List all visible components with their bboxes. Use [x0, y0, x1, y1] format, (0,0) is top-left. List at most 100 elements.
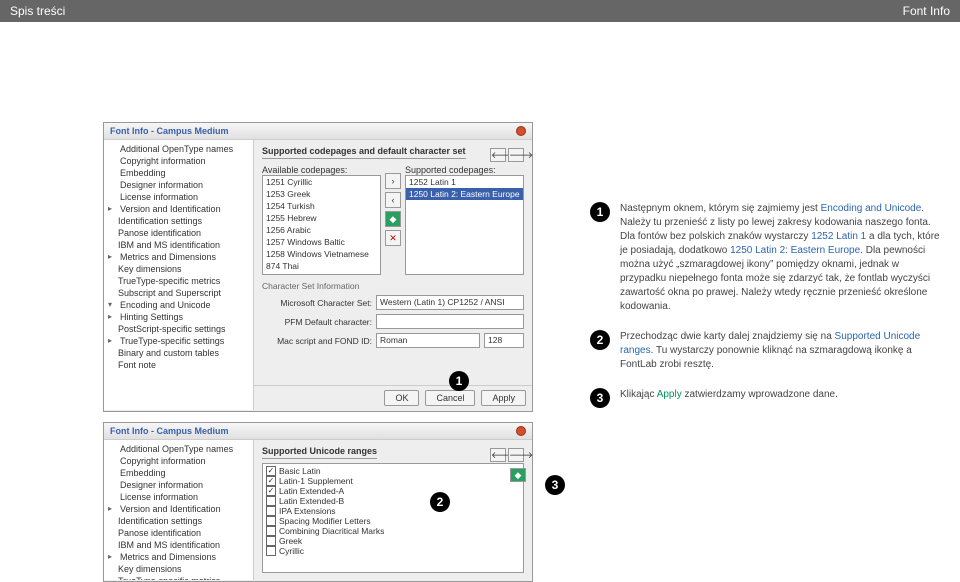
list-item[interactable]: 1255 Hebrew [263, 212, 380, 224]
tree-item[interactable]: Subscript and Superscript [106, 287, 251, 299]
ms-charset-select[interactable]: Western (Latin 1) CP1252 / ANSI [376, 295, 524, 310]
font-info-dialog-2: Font Info - Campus Medium Additional Ope… [103, 422, 533, 582]
tree-item[interactable]: Copyright information [106, 455, 251, 467]
codepages-panel: Supported codepages and default characte… [254, 140, 532, 410]
list-item[interactable]: 1253 Greek [263, 188, 380, 200]
list-item-label: IPA Extensions [279, 506, 336, 516]
remove-button[interactable]: ‹ [385, 192, 401, 208]
tree-item[interactable]: Hinting Settings [106, 311, 251, 323]
list-item[interactable]: 932 JIS/Japan [263, 272, 380, 275]
checkbox[interactable] [266, 486, 276, 496]
auto-detect-button[interactable]: ◆ [510, 468, 526, 482]
tree-item[interactable]: Panose identification [106, 227, 251, 239]
ms-charset-label: Microsoft Character Set: [262, 298, 372, 308]
tree-item[interactable]: Metrics and Dimensions [106, 551, 251, 563]
list-item[interactable]: 1257 Windows Baltic [263, 236, 380, 248]
tree-item[interactable]: PostScript-specific settings [106, 323, 251, 335]
font-info-dialog-1: Font Info - Campus Medium Additional Ope… [103, 122, 533, 412]
list-item[interactable]: IPA Extensions [265, 506, 521, 516]
tree-item[interactable]: License information [106, 491, 251, 503]
pfm-input[interactable] [376, 314, 524, 329]
tree-item[interactable]: Version and Identification [106, 203, 251, 215]
callout-num-2: 2 [590, 330, 610, 350]
tree-item[interactable]: TrueType-specific settings [106, 335, 251, 347]
next-panel-button[interactable]: 🡒 [508, 448, 524, 462]
checkbox[interactable] [266, 466, 276, 476]
tree-item[interactable]: Identification settings [106, 215, 251, 227]
tree-item[interactable]: Font note [106, 359, 251, 371]
checkbox[interactable] [266, 536, 276, 546]
tree-item[interactable]: TrueType-specific metrics [106, 575, 251, 580]
close-icon[interactable] [516, 126, 526, 136]
tree-item[interactable]: Designer information [106, 479, 251, 491]
tree-item[interactable]: Panose identification [106, 527, 251, 539]
unicode-panel: Supported Unicode ranges 🡐 🡒 ◆ Basic Lat… [254, 440, 532, 580]
ok-button[interactable]: OK [384, 390, 419, 406]
tree-item[interactable]: Copyright information [106, 155, 251, 167]
list-item[interactable]: Latin Extended-A [265, 486, 521, 496]
list-item[interactable]: Latin Extended-B [265, 496, 521, 506]
available-label: Available codepages: [262, 165, 381, 175]
clear-button[interactable]: ✕ [385, 230, 401, 246]
tree-item[interactable]: Binary and custom tables [106, 347, 251, 359]
tree-item[interactable]: Metrics and Dimensions [106, 251, 251, 263]
prev-panel-button[interactable]: 🡐 [490, 448, 506, 462]
available-codepages-list[interactable]: 1251 Cyrillic1253 Greek1254 Turkish1255 … [262, 175, 381, 275]
list-item[interactable]: Basic Latin [265, 466, 521, 476]
checkbox[interactable] [266, 506, 276, 516]
list-item[interactable]: Greek [265, 536, 521, 546]
list-item[interactable]: 1251 Cyrillic [263, 176, 380, 188]
unicode-ranges-list[interactable]: Basic LatinLatin-1 SupplementLatin Exten… [262, 463, 524, 573]
prev-panel-button[interactable]: 🡐 [490, 148, 506, 162]
tree-item[interactable]: Designer information [106, 179, 251, 191]
next-panel-button[interactable]: 🡒 [508, 148, 524, 162]
checkbox[interactable] [266, 496, 276, 506]
callout-marker-1: 1 [449, 371, 469, 391]
tree-item[interactable]: Encoding and Unicode [106, 299, 251, 311]
apply-button[interactable]: Apply [481, 390, 526, 406]
tree-item[interactable]: Additional OpenType names [106, 143, 251, 155]
nav-tree[interactable]: Additional OpenType namesCopyright infor… [104, 440, 254, 580]
tree-item[interactable]: License information [106, 191, 251, 203]
list-item[interactable]: 1256 Arabic [263, 224, 380, 236]
tree-item[interactable]: Additional OpenType names [106, 443, 251, 455]
list-item-label: Latin-1 Supplement [279, 476, 353, 486]
list-item[interactable]: Combining Diacritical Marks [265, 526, 521, 536]
tree-item[interactable]: Key dimensions [106, 563, 251, 575]
list-item[interactable]: 874 Thai [263, 260, 380, 272]
callout-num-1: 1 [590, 202, 610, 222]
mac-script-select[interactable]: Roman [376, 333, 480, 348]
list-item[interactable]: 1254 Turkish [263, 200, 380, 212]
tree-item[interactable]: Embedding [106, 167, 251, 179]
fond-id-input[interactable]: 128 [484, 333, 524, 348]
tree-item[interactable]: TrueType-specific metrics [106, 275, 251, 287]
tree-item[interactable]: Embedding [106, 467, 251, 479]
side-nav: ◆ [510, 468, 526, 482]
close-icon[interactable] [516, 426, 526, 436]
tree-item[interactable]: Version and Identification [106, 503, 251, 515]
tree-item[interactable]: Key dimensions [106, 263, 251, 275]
supported-codepages-list[interactable]: 1252 Latin 11250 Latin 2: Eastern Europe [405, 175, 524, 275]
tree-item[interactable]: IBM and MS identification [106, 539, 251, 551]
add-button[interactable]: › [385, 173, 401, 189]
callout-text-2: Przechodząc dwie karty dalej znajdziemy … [620, 330, 940, 372]
list-item[interactable]: Spacing Modifier Letters [265, 516, 521, 526]
cancel-button[interactable]: Cancel [425, 390, 475, 406]
checkbox[interactable] [266, 516, 276, 526]
auto-detect-button[interactable]: ◆ [385, 211, 401, 227]
topbar: Spis treści Font Info [0, 0, 960, 22]
callouts: 1 Następnym oknem, którym się zajmiemy j… [590, 202, 940, 424]
tree-item[interactable]: Identification settings [106, 515, 251, 527]
list-item[interactable]: 1250 Latin 2: Eastern Europe [406, 188, 523, 200]
panel-heading: Supported codepages and default characte… [262, 146, 466, 159]
checkbox[interactable] [266, 476, 276, 486]
list-item[interactable]: 1252 Latin 1 [406, 176, 523, 188]
checkbox[interactable] [266, 526, 276, 536]
callout-text-3: Klikając Apply zatwierdzamy wprowadzone … [620, 388, 838, 408]
tree-item[interactable]: IBM and MS identification [106, 239, 251, 251]
mac-script-label: Mac script and FOND ID: [262, 336, 372, 346]
list-item[interactable]: Latin-1 Supplement [265, 476, 521, 486]
nav-tree[interactable]: Additional OpenType namesCopyright infor… [104, 140, 254, 410]
list-item[interactable]: 1258 Windows Vietnamese [263, 248, 380, 260]
list-item-label: Greek [279, 536, 302, 546]
